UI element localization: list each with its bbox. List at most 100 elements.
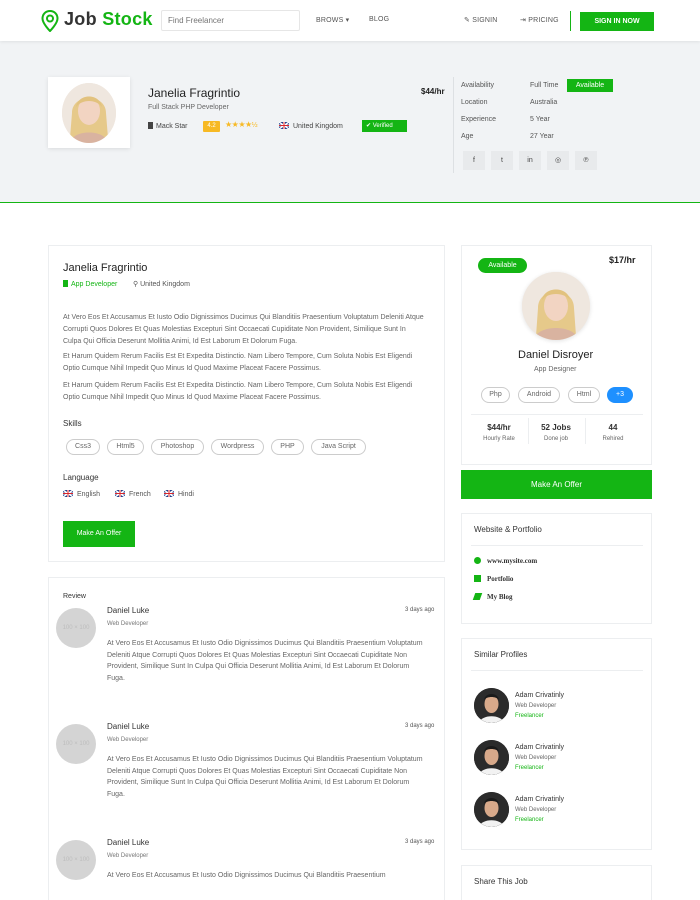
uk-flag-icon <box>63 490 73 497</box>
similar-role: Web Developer <box>515 703 557 709</box>
about-role: App Developer <box>63 280 117 288</box>
website-divider <box>471 545 643 546</box>
similar-role: Web Developer <box>515 807 557 813</box>
profile-hourly-rate: $44/hr <box>421 87 445 96</box>
instagram-icon[interactable]: ◎ <box>547 151 569 170</box>
profile-company: Mack Star <box>148 122 188 130</box>
side-skill-tag[interactable]: Android <box>518 387 560 403</box>
more-skills-badge[interactable]: +3 <box>607 387 633 403</box>
language-english: English <box>63 490 100 498</box>
nav-divider <box>570 11 571 31</box>
similar-profiles-title: Similar Profiles <box>474 650 528 659</box>
info-value-location: Australia <box>530 99 558 106</box>
make-offer-button[interactable]: Make An Offer <box>63 521 135 547</box>
woman-portrait <box>62 83 116 143</box>
website-title: Website & Portfolio <box>474 525 542 534</box>
nav-blog[interactable]: BLOG <box>369 16 389 23</box>
share-title: Share This Job <box>474 877 528 886</box>
facebook-icon[interactable]: f <box>463 151 485 170</box>
woman-portrait <box>522 272 590 340</box>
info-value-availability: Full Time <box>530 82 559 89</box>
about-paragraph-2: Et Harum Quidem Rerum Facilis Est Et Exp… <box>63 353 413 372</box>
linkedin-icon[interactable]: in <box>519 151 541 170</box>
logo-text[interactable]: Job Stock <box>64 9 153 30</box>
skill-tag[interactable]: Java Script <box>311 439 366 455</box>
language-title: Language <box>63 473 99 482</box>
stat-jobs-value: 52 Jobs <box>541 423 571 432</box>
availability-badge: Available <box>567 79 613 92</box>
info-key-age: Age <box>461 133 474 140</box>
rating-stars: ★★★★½ <box>225 120 258 129</box>
login-arrow-icon: ⇥ <box>520 17 527 24</box>
similar-badge: Freelancer <box>515 765 544 771</box>
portfolio-link[interactable]: Portfolio <box>474 575 513 583</box>
info-key-availability: Availability <box>461 82 494 89</box>
man-portrait <box>474 688 509 723</box>
profile-avatar-card <box>48 77 130 148</box>
side-make-offer-button[interactable]: Make An Offer <box>461 470 652 499</box>
check-icon: ✔ <box>366 123 372 129</box>
nav-pricing[interactable]: ⇥ PRICING <box>520 16 559 24</box>
nav-browse[interactable]: BROWS ▾ <box>316 16 349 24</box>
similar-badge: Freelancer <box>515 713 544 719</box>
twitter-icon[interactable]: t <box>491 151 513 170</box>
search-input[interactable] <box>161 10 300 31</box>
verified-badge: ✔ Verified <box>362 120 407 132</box>
info-key-location: Location <box>461 99 488 106</box>
side-profile-name: Daniel Disroyer <box>518 349 594 361</box>
similar-name[interactable]: Adam Crivatinly <box>515 796 564 803</box>
side-skill-tag[interactable]: Html <box>568 387 600 403</box>
globe-icon <box>474 557 481 564</box>
profile-role: Full Stack PHP Developer <box>148 104 229 111</box>
side-skill-tag[interactable]: Php <box>481 387 510 403</box>
stat-hourly-rate-value: $44/hr <box>487 423 511 432</box>
building-icon <box>148 122 153 129</box>
folder-icon <box>474 575 481 582</box>
stat-jobs-label: Done job <box>543 436 569 442</box>
stat-rehired-value: 44 <box>608 423 618 432</box>
review-text: At Vero Eos Et Accusamus Et Iusto Odio D… <box>107 756 423 798</box>
uk-flag-icon <box>279 122 289 129</box>
side-hourly-rate: $17/hr <box>609 255 636 265</box>
similar-name[interactable]: Adam Crivatinly <box>515 744 564 751</box>
website-link[interactable]: www.mysite.com <box>474 557 537 565</box>
page: Job Stock BROWS ▾ BLOG ✎ SIGNIN ⇥ PRICIN… <box>0 0 700 900</box>
skill-tag[interactable]: Html5 <box>107 439 144 455</box>
review-name: Daniel Luke <box>107 606 150 615</box>
skill-tag[interactable]: PHP <box>271 439 304 455</box>
review-role: Web Developer <box>107 853 149 859</box>
map-marker-icon: ⚲ <box>133 281 139 288</box>
similar-avatar <box>474 740 509 775</box>
review-name: Daniel Luke <box>107 838 150 847</box>
profile-name: Janelia Fragrintio <box>148 86 241 100</box>
skill-tag[interactable]: Css3 <box>66 439 100 455</box>
skill-tag[interactable]: Photoshop <box>151 439 204 455</box>
blog-link[interactable]: My Blog <box>472 593 512 601</box>
header-divider <box>453 77 454 173</box>
stat-hourly-rate-label: Hourly Rate <box>483 436 515 442</box>
uk-flag-icon <box>164 490 174 497</box>
review-avatar: 100 × 100 <box>56 608 96 648</box>
review-title: Review <box>63 593 86 600</box>
review-avatar: 100 × 100 <box>56 724 96 764</box>
skill-tag[interactable]: Wordpress <box>211 439 264 455</box>
review-text: At Vero Eos Et Accusamus Et Iusto Odio D… <box>107 872 386 879</box>
similar-name[interactable]: Adam Crivatinly <box>515 692 564 699</box>
pinterest-icon[interactable]: ℗ <box>575 151 597 170</box>
similar-role: Web Developer <box>515 755 557 761</box>
review-text: At Vero Eos Et Accusamus Et Iusto Odio D… <box>107 640 423 682</box>
signin-now-button[interactable]: SIGN IN NOW <box>580 12 654 31</box>
language-hindi: Hindi <box>164 490 194 498</box>
side-avatar <box>522 272 590 340</box>
similar-avatar <box>474 688 509 723</box>
about-location: ⚲ United Kingdom <box>133 281 190 288</box>
review-avatar: 100 × 100 <box>56 840 96 880</box>
man-portrait <box>474 740 509 775</box>
similar-avatar <box>474 792 509 827</box>
similar-badge: Freelancer <box>515 817 544 823</box>
about-paragraph-1: At Vero Eos Et Accusamus Et Iusto Odio D… <box>63 314 424 345</box>
nav-signin[interactable]: ✎ SIGNIN <box>464 16 498 24</box>
review-date: 3 days ago <box>405 607 435 613</box>
info-value-experience: 5 Year <box>530 116 550 123</box>
review-date: 3 days ago <box>405 723 435 729</box>
